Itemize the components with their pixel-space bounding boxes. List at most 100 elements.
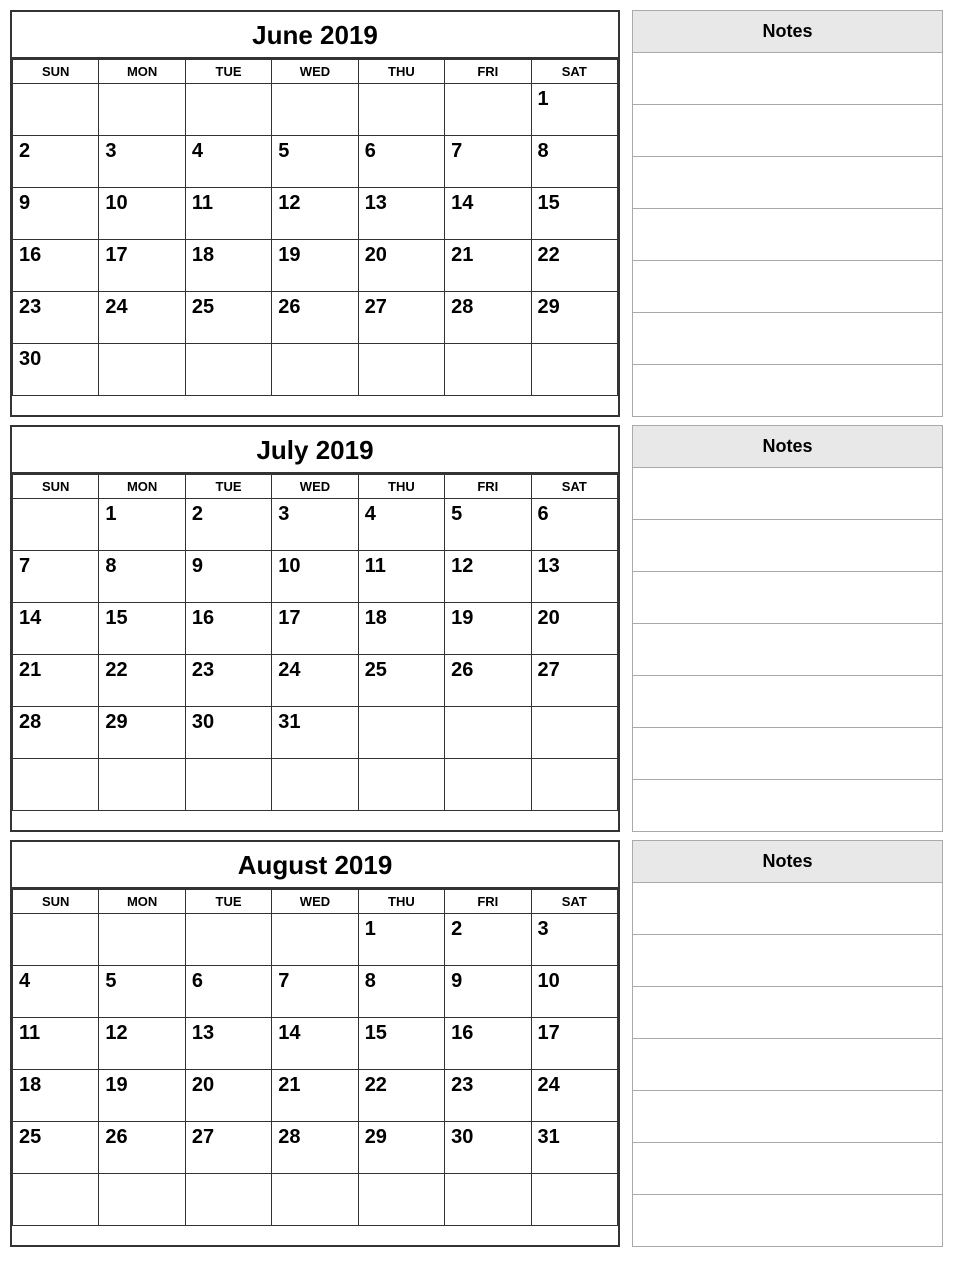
calendar-day: 1 xyxy=(358,914,444,966)
calendar-day xyxy=(99,1174,185,1226)
day-header: TUE xyxy=(185,890,271,914)
calendar-day: 23 xyxy=(185,655,271,707)
calendar-day: 18 xyxy=(13,1070,99,1122)
day-header: THU xyxy=(358,890,444,914)
day-header: FRI xyxy=(445,60,531,84)
notes-line[interactable] xyxy=(632,1091,943,1143)
calendar-day: 10 xyxy=(272,551,358,603)
calendar-day xyxy=(99,344,185,396)
notes-line[interactable] xyxy=(632,935,943,987)
notes-line[interactable] xyxy=(632,1195,943,1247)
notes-line[interactable] xyxy=(632,780,943,832)
notes-line[interactable] xyxy=(632,1143,943,1195)
calendar-day: 3 xyxy=(272,499,358,551)
calendar-day: 13 xyxy=(531,551,617,603)
calendar-table-2: SUNMONTUEWEDTHUFRISAT1234567891011121314… xyxy=(12,889,618,1226)
notes-section-0: Notes xyxy=(632,10,943,417)
calendar-day: 8 xyxy=(99,551,185,603)
notes-line[interactable] xyxy=(632,157,943,209)
calendar-day: 11 xyxy=(13,1018,99,1070)
notes-line[interactable] xyxy=(632,209,943,261)
calendar-table-0: SUNMONTUEWEDTHUFRISAT1234567891011121314… xyxy=(12,59,618,396)
calendar-day xyxy=(13,914,99,966)
calendar-day: 5 xyxy=(99,966,185,1018)
month-row-0: June 2019SUNMONTUEWEDTHUFRISAT1234567891… xyxy=(10,10,943,417)
calendar-day: 26 xyxy=(99,1122,185,1174)
calendar-day xyxy=(185,759,271,811)
calendar-day: 16 xyxy=(185,603,271,655)
notes-line[interactable] xyxy=(632,261,943,313)
calendar-day: 1 xyxy=(99,499,185,551)
calendar-day: 7 xyxy=(445,136,531,188)
calendar-day xyxy=(531,1174,617,1226)
calendar-day: 9 xyxy=(13,188,99,240)
calendar-title-0: June 2019 xyxy=(12,12,618,59)
calendar-day: 10 xyxy=(99,188,185,240)
calendar-day xyxy=(358,1174,444,1226)
page: June 2019SUNMONTUEWEDTHUFRISAT1234567891… xyxy=(10,10,943,1255)
calendar-day: 6 xyxy=(531,499,617,551)
day-header: WED xyxy=(272,890,358,914)
notes-section-1: Notes xyxy=(632,425,943,832)
calendar-day: 18 xyxy=(358,603,444,655)
calendar-day: 22 xyxy=(531,240,617,292)
notes-line[interactable] xyxy=(632,53,943,105)
calendar-day: 19 xyxy=(272,240,358,292)
calendar-day: 10 xyxy=(531,966,617,1018)
day-header: MON xyxy=(99,475,185,499)
day-header: SAT xyxy=(531,890,617,914)
notes-line[interactable] xyxy=(632,468,943,520)
calendar-day: 23 xyxy=(13,292,99,344)
day-header: WED xyxy=(272,60,358,84)
calendar-day xyxy=(185,344,271,396)
calendar-day: 8 xyxy=(358,966,444,1018)
calendar-day xyxy=(445,344,531,396)
calendar-day: 14 xyxy=(272,1018,358,1070)
notes-line[interactable] xyxy=(632,624,943,676)
notes-line[interactable] xyxy=(632,883,943,935)
notes-line[interactable] xyxy=(632,572,943,624)
calendar-day: 27 xyxy=(531,655,617,707)
calendar-day: 15 xyxy=(358,1018,444,1070)
notes-line[interactable] xyxy=(632,987,943,1039)
calendar-day xyxy=(445,84,531,136)
notes-line[interactable] xyxy=(632,365,943,417)
notes-line[interactable] xyxy=(632,1039,943,1091)
calendar-day: 18 xyxy=(185,240,271,292)
calendar-day xyxy=(445,707,531,759)
day-header: SUN xyxy=(13,60,99,84)
calendar-day: 8 xyxy=(531,136,617,188)
calendar-day: 5 xyxy=(272,136,358,188)
calendar-day: 2 xyxy=(445,914,531,966)
month-row-2: August 2019SUNMONTUEWEDTHUFRISAT12345678… xyxy=(10,840,943,1247)
calendar-day xyxy=(358,344,444,396)
notes-line[interactable] xyxy=(632,313,943,365)
calendar-day xyxy=(358,84,444,136)
notes-line[interactable] xyxy=(632,520,943,572)
calendar-day: 22 xyxy=(358,1070,444,1122)
calendar-day: 15 xyxy=(99,603,185,655)
day-header: WED xyxy=(272,475,358,499)
calendar-day: 20 xyxy=(531,603,617,655)
calendar-2: August 2019SUNMONTUEWEDTHUFRISAT12345678… xyxy=(10,840,620,1247)
calendar-day: 15 xyxy=(531,188,617,240)
calendar-day xyxy=(272,344,358,396)
calendar-day: 3 xyxy=(99,136,185,188)
calendar-day xyxy=(185,914,271,966)
calendar-table-1: SUNMONTUEWEDTHUFRISAT1234567891011121314… xyxy=(12,474,618,811)
notes-line[interactable] xyxy=(632,728,943,780)
notes-header-0: Notes xyxy=(632,10,943,53)
day-header: SUN xyxy=(13,475,99,499)
calendar-day: 24 xyxy=(272,655,358,707)
day-header: THU xyxy=(358,60,444,84)
calendar-day: 31 xyxy=(272,707,358,759)
calendar-day: 17 xyxy=(272,603,358,655)
calendar-day: 16 xyxy=(445,1018,531,1070)
notes-line[interactable] xyxy=(632,676,943,728)
calendar-day: 29 xyxy=(358,1122,444,1174)
calendar-day xyxy=(13,84,99,136)
calendar-day: 12 xyxy=(445,551,531,603)
calendar-day xyxy=(185,84,271,136)
calendar-0: June 2019SUNMONTUEWEDTHUFRISAT1234567891… xyxy=(10,10,620,417)
notes-line[interactable] xyxy=(632,105,943,157)
